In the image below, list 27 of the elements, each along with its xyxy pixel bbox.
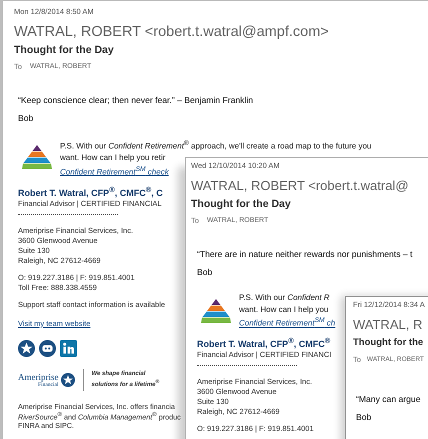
message-text: Bob — [18, 112, 34, 124]
emblem-icon — [60, 372, 74, 387]
email-subject: Thought for the Day — [14, 43, 115, 57]
message-text: Bob — [197, 266, 212, 278]
brand-name: Ameriprise — [18, 372, 58, 382]
signature-name: Robert T. Watral, CFP$^{®}$, CMFC$^{®}$, C — [18, 184, 163, 199]
sender-name: WATRAL, ROBERT <robert.t.watral@ampf.com> — [14, 23, 330, 42]
pyramid-icon — [22, 145, 52, 169]
signature-name: Robert T. Watral, CFP$^{®}$, CMFC$^{®}$ — [197, 335, 330, 350]
chat-icon[interactable] — [39, 340, 56, 357]
emblem-icon[interactable] — [18, 340, 35, 357]
postscript-text: want. How can I help you retir — [60, 152, 166, 164]
message-text: “Many can argue — [356, 393, 420, 405]
postscript-text: want. How can I help you — [239, 304, 328, 315]
sender-name: WATRAL, R — [353, 316, 424, 334]
message-text: Bob — [356, 411, 372, 423]
postscript-text: P.S. With our Confident Retirement$^{®}$ approach, we'll create a road map to the future you — [60, 139, 372, 152]
retirement-link[interactable]: Confident Retirement$^{SM}$ check — [60, 164, 169, 178]
retirement-link[interactable]: Confident Retirement$^{SM}$ ch — [239, 315, 336, 330]
email-subject: Thought for the — [353, 336, 424, 350]
sender-name: WATRAL, ROBERT <robert.t.watral@ — [191, 177, 410, 195]
postscript-text: P.S. With our Confident R — [239, 292, 330, 304]
message-text: “Keep conscience clear; then never fear.” – Benjamin Franklin — [18, 94, 254, 106]
pyramid-icon — [201, 299, 231, 323]
social-logo-icon[interactable] — [60, 340, 77, 357]
email-subject: Thought for the Day — [191, 197, 292, 211]
message-text: “There are in nature neither rewards nor punishments – t — [197, 248, 412, 260]
